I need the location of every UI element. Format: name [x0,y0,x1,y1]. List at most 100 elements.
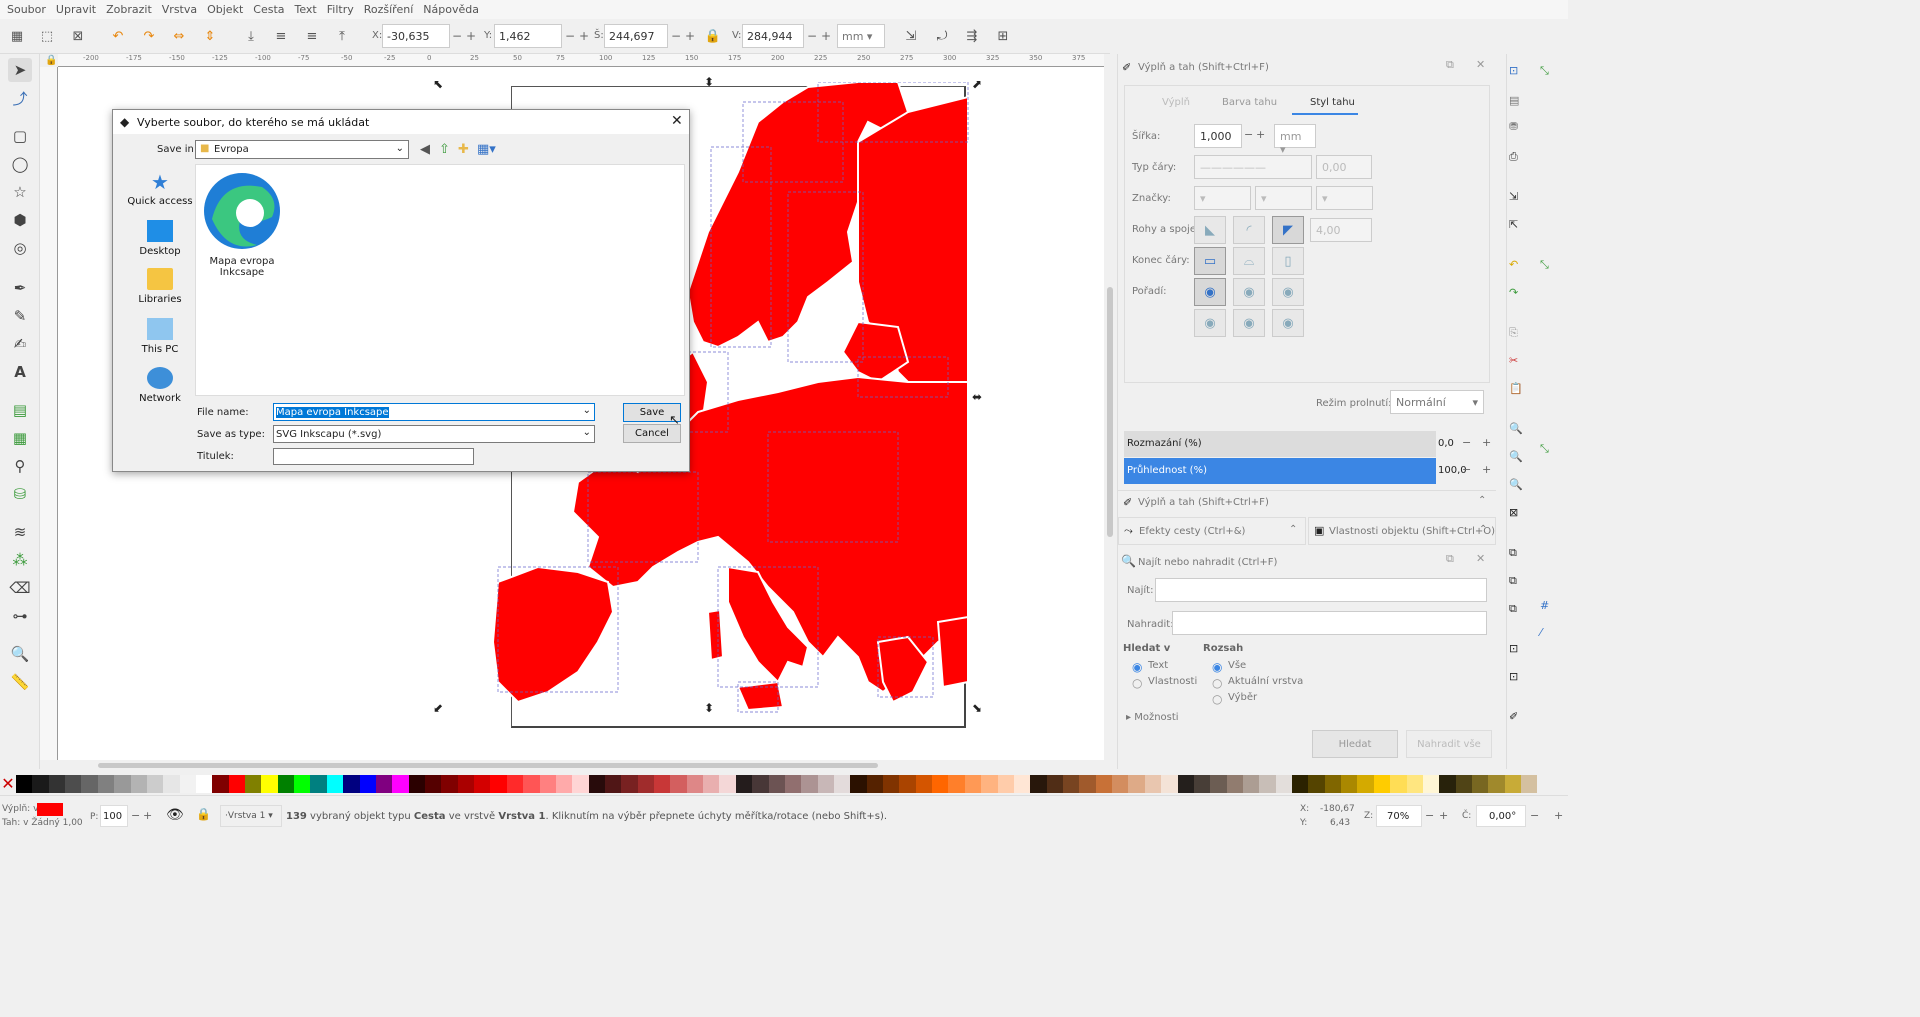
replace-input[interactable] [1172,611,1487,635]
handle-top[interactable]: ⬍ [704,75,714,89]
palette-swatch[interactable] [703,775,720,793]
print-icon[interactable]: ⎙ [1509,150,1518,164]
palette-swatch[interactable] [997,775,1014,793]
undock-icon[interactable]: ⧉ [1446,552,1454,566]
order-fill-stroke-markers-button[interactable]: ◉ [1194,278,1226,306]
cap-square-button[interactable]: ▯ [1272,247,1304,275]
radio-text[interactable]: ◉ [1132,660,1142,674]
palette-swatch[interactable] [16,775,33,793]
menu-item-5[interactable]: Cesta [248,3,289,16]
order-fill-markers-stroke-button[interactable]: ◉ [1272,278,1304,306]
x-field[interactable]: -30,635 [382,24,450,48]
export-icon[interactable]: ⇱ [1509,218,1518,231]
import-icon[interactable]: ⇲ [1509,190,1518,203]
tab-stroke-style[interactable]: Styl tahu [1292,91,1358,115]
paste-icon[interactable]: 📋 [1509,382,1523,395]
close-icon[interactable]: ✕ [671,113,683,129]
blend-mode-select[interactable]: Normální ▾ [1390,390,1484,414]
palette-swatch[interactable] [1193,775,1211,793]
palette-swatch[interactable] [588,775,605,793]
spiral-tool-icon[interactable]: ◎ [8,236,32,260]
rotate-plus[interactable]: + [1554,809,1563,822]
palette-swatch[interactable] [850,775,867,793]
snap-bbox-icon[interactable]: ⤡ [1540,442,1549,456]
gradient-tool-icon[interactable]: ▤ [8,398,32,422]
palette-swatch[interactable] [555,775,573,793]
opacity-plus[interactable]: + [1482,463,1491,476]
palette-swatch[interactable] [637,775,655,793]
fill-stroke-dialog-icon[interactable]: ✐ [1509,710,1518,723]
unit-select[interactable]: mm ▾ [837,24,885,48]
palette-swatch[interactable] [1079,775,1096,793]
deselect-icon[interactable]: ⊠ [67,25,89,47]
3d-box-tool-icon[interactable]: ⬢ [8,208,32,232]
zoom-plus[interactable]: + [1439,809,1448,822]
layer-select[interactable]: ·Vrstva 1 ▾ [220,805,282,827]
menu-item-3[interactable]: Vrstva [157,3,202,16]
palette-swatch[interactable] [114,775,131,793]
place-libraries[interactable]: Libraries [125,268,195,305]
palette-swatch[interactable] [441,775,458,793]
palette-swatch[interactable] [1063,775,1080,793]
palette-swatch[interactable] [572,775,589,793]
file-item[interactable]: Mapa evropa Inkcsape [202,169,282,278]
palette-swatch[interactable] [1046,775,1063,793]
opacity-minus[interactable]: − [131,809,140,822]
dock-tab-object-properties[interactable]: Vlastnosti objektu (Shift+Ctrl+O) ⌃ [1308,517,1496,545]
palette-swatch[interactable] [1242,775,1260,793]
palette-swatch[interactable] [1161,775,1178,793]
palette-swatch[interactable] [65,775,82,793]
dock-tab-path-effects[interactable]: Efekty cesty (Ctrl+&) ⌃ [1118,517,1306,545]
find-input[interactable] [1155,578,1487,602]
replace-all-button[interactable]: Nahradit vše [1406,730,1492,758]
file-name-input[interactable]: Mapa evropa Inkcsape ⌄ [273,403,595,421]
marker-mid-select[interactable]: ▾ [1255,186,1312,210]
opacity-slider[interactable]: Průhlednost (%) [1124,458,1436,484]
handle-top-right[interactable]: ⬈ [972,77,982,91]
palette-swatch[interactable] [1095,775,1113,793]
radio-current-layer[interactable]: ○ [1212,676,1222,690]
save-as-type-select[interactable]: SVG Inkscapu (*.svg) ⌄ [273,425,595,443]
raise-icon[interactable]: ≡ [301,25,323,47]
palette-swatch[interactable] [179,775,196,793]
selector-tool-icon[interactable]: ➤ [8,58,32,82]
color-palette[interactable] [16,775,1538,793]
width-minus[interactable]: − [671,29,681,43]
undock-icon[interactable]: ⧉ [1446,58,1454,72]
palette-swatch[interactable] [768,775,785,793]
menu-item-8[interactable]: Rozšíření [359,3,419,16]
palette-swatch[interactable] [310,775,327,793]
palette-swatch[interactable] [32,775,49,793]
palette-swatch[interactable] [1128,775,1145,793]
new-document-icon[interactable]: ⊡ [1509,64,1518,77]
palette-swatch[interactable] [817,775,834,793]
order-stroke-fill-markers-button[interactable]: ◉ [1233,278,1265,306]
palette-swatch[interactable] [490,775,507,793]
order-stroke-markers-fill-button[interactable]: ◉ [1233,309,1265,337]
handle-right[interactable]: ⬌ [972,390,982,404]
redo-icon[interactable]: ↷ [1509,286,1518,299]
menu-item-0[interactable]: Soubor [2,3,51,16]
opacity-field[interactable]: 100 [100,805,128,827]
no-paint-swatch[interactable]: ✕ [0,775,16,793]
place-network[interactable]: Network [125,367,195,404]
palette-swatch[interactable] [932,775,949,793]
palette-swatch[interactable] [1013,775,1031,793]
palette-swatch[interactable] [784,775,802,793]
menu-item-7[interactable]: Filtry [322,3,359,16]
node-tool-icon[interactable]: ⤴ [8,86,32,110]
calligraphy-tool-icon[interactable]: ✍ [8,332,32,356]
palette-swatch[interactable] [343,775,360,793]
handle-bottom-right[interactable]: ⬊ [972,701,982,715]
menu-item-4[interactable]: Objekt [202,3,248,16]
opacity-plus[interactable]: + [143,809,152,822]
place-quick-access[interactable]: ★ Quick access [125,170,195,207]
lock-ratio-icon[interactable]: 🔒 [702,25,724,47]
palette-swatch[interactable] [359,775,376,793]
save-icon[interactable]: ⛃ [1509,120,1518,133]
palette-swatch[interactable] [1210,775,1227,793]
palette-swatch[interactable] [424,775,442,793]
palette-swatch[interactable] [1521,775,1538,793]
palette-swatch[interactable] [948,775,965,793]
join-miter-button[interactable]: ◤ [1272,216,1304,244]
